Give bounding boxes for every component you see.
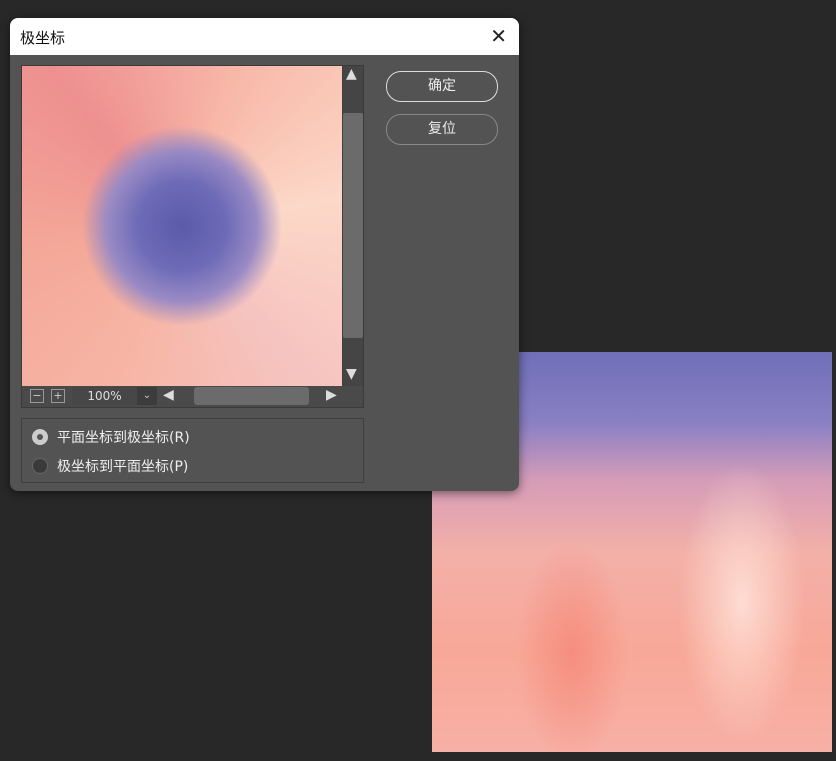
scroll-right-icon[interactable]: ▶: [326, 387, 337, 403]
polar-coordinates-dialog: 极坐标 ✕ ▲ ▼ − + 100% ⌄ ◀ ▶ 确定 复位 平面坐标到极坐标(…: [10, 18, 519, 491]
title-bar: 极坐标 ✕: [10, 18, 519, 55]
scroll-down-icon[interactable]: ▼: [346, 366, 357, 382]
horizontal-scroll-thumb[interactable]: [194, 387, 309, 405]
zoom-out-button[interactable]: −: [30, 389, 44, 403]
radio-selected-icon: [32, 429, 48, 445]
vertical-scrollbar[interactable]: ▲ ▼: [343, 66, 363, 386]
dialog-title: 极坐标: [20, 29, 66, 47]
radio-label: 平面坐标到极坐标(R): [57, 430, 190, 446]
preview-image[interactable]: [22, 66, 342, 386]
radio-label: 极坐标到平面坐标(P): [57, 459, 189, 475]
scroll-left-icon[interactable]: ◀: [163, 387, 174, 403]
ok-button[interactable]: 确定: [386, 71, 498, 102]
zoom-in-button[interactable]: +: [51, 389, 65, 403]
vertical-scroll-thumb[interactable]: [343, 113, 363, 338]
preview-panel: ▲ ▼ − + 100% ⌄ ◀ ▶: [21, 65, 364, 408]
radio-polar-to-rect[interactable]: 极坐标到平面坐标(P): [32, 456, 188, 476]
conversion-mode-group: 平面坐标到极坐标(R) 极坐标到平面坐标(P): [21, 418, 364, 483]
radio-rect-to-polar[interactable]: 平面坐标到极坐标(R): [32, 427, 190, 447]
zoom-level[interactable]: 100%: [72, 387, 137, 405]
radio-unselected-icon: [32, 458, 48, 474]
zoom-dropdown[interactable]: ⌄: [137, 387, 157, 405]
reset-button[interactable]: 复位: [386, 114, 498, 145]
scroll-up-icon[interactable]: ▲: [346, 66, 357, 82]
close-icon[interactable]: ✕: [490, 24, 507, 48]
preview-toolbar: − + 100% ⌄ ◀ ▶: [22, 386, 363, 407]
